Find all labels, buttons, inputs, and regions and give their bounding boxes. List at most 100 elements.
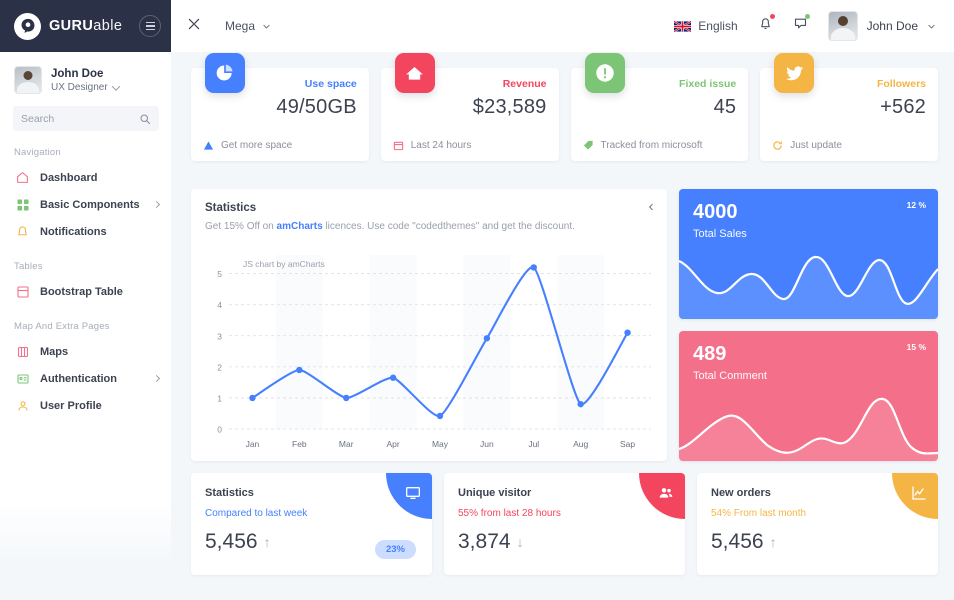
stat-card-revenue[interactable]: Revenue $23,589 Last 24 hours xyxy=(380,53,559,161)
mini-card-total-sales[interactable]: 12 % 4000 Total Sales xyxy=(679,189,938,319)
sidebar-item-bootstrap-table[interactable]: Bootstrap Table xyxy=(0,278,171,305)
profile-role-label: UX Designer xyxy=(51,82,108,94)
sidebar-profile[interactable]: John Doe UX Designer xyxy=(0,52,171,104)
bottom-card-value: 5,456 xyxy=(711,530,764,553)
topbar-right: English John Doe xyxy=(674,11,936,41)
refresh-icon xyxy=(773,141,783,150)
dashboard-app: GURUable John Doe UX Designer Search Nav… xyxy=(0,0,954,600)
sidebar-item-basic-components[interactable]: Basic Components xyxy=(0,191,171,218)
sidebar-fade xyxy=(0,504,171,600)
panel-title: Statistics xyxy=(205,202,257,214)
svg-text:Jan: Jan xyxy=(246,439,260,449)
comment-sparkline xyxy=(679,397,938,461)
sidebar: GURUable John Doe UX Designer Search Nav… xyxy=(0,0,171,600)
svg-text:Sap: Sap xyxy=(620,439,635,449)
search-icon[interactable] xyxy=(139,112,151,130)
svg-text:3: 3 xyxy=(217,331,222,341)
svg-text:4: 4 xyxy=(217,300,222,310)
mini-card-total-comment[interactable]: 15 % 489 Total Comment xyxy=(679,331,938,461)
mega-label: Mega xyxy=(225,19,256,33)
user-menu[interactable]: John Doe xyxy=(827,11,936,41)
profile-role: UX Designer xyxy=(51,82,120,94)
sidebar-item-dashboard[interactable]: Dashboard xyxy=(0,164,171,191)
bottom-card-title: Unique visitor xyxy=(458,487,532,499)
chevron-right-icon[interactable] xyxy=(152,200,161,209)
pie-chart-icon xyxy=(205,53,245,93)
hamburger-icon[interactable] xyxy=(139,15,161,37)
line-chart[interactable]: 0 1 2 3 4 5 Jan Feb Mar Apr May Jun Jul Aug Sap JS char… xyxy=(199,247,659,455)
bell-icon xyxy=(16,225,29,238)
content: Use space 49/50GB Get more space Revenue xyxy=(171,52,954,600)
sidebar-item-label: Notifications xyxy=(40,225,107,238)
notification-bell-button[interactable] xyxy=(758,14,775,36)
bottom-card-statistics[interactable]: Statistics Compared to last week 5,456 ↑… xyxy=(191,473,432,575)
middle-row: Statistics Get 15% Off on amCharts licen… xyxy=(191,189,938,461)
mini-card-percent: 12 % xyxy=(906,200,926,210)
stat-card-fixed-issue[interactable]: Fixed issue 45 Tracked from microsoft xyxy=(570,53,749,161)
brand-title: GURUable xyxy=(49,18,122,34)
bottom-card-unique-visitor[interactable]: Unique visitor 55% from last 28 hours 3,… xyxy=(444,473,685,575)
table-icon xyxy=(16,285,29,298)
stat-value: +562 xyxy=(880,95,926,118)
bottom-card-subtitle: 54% From last month xyxy=(711,508,807,519)
user-icon xyxy=(16,399,29,412)
chevron-down-icon xyxy=(928,24,935,29)
stat-card-use-space[interactable]: Use space 49/50GB Get more space xyxy=(191,53,369,161)
panel-collapse-button[interactable] xyxy=(647,202,655,215)
id-card-icon xyxy=(16,372,29,385)
mini-card-label: Total Comment xyxy=(693,370,767,382)
avatar xyxy=(827,11,858,41)
nav-section-label: Navigation xyxy=(14,147,61,158)
stat-foot-label: Get more space xyxy=(221,140,293,151)
bottom-card-new-orders[interactable]: New orders 54% From last month 5,456 ↑ xyxy=(697,473,938,575)
mini-card-value: 489 xyxy=(693,343,727,365)
sidebar-search xyxy=(0,104,171,131)
sidebar-item-notifications[interactable]: Notifications xyxy=(0,218,171,245)
mini-card-column: 12 % 4000 Total Sales 15 % 489 Total Com… xyxy=(679,189,938,461)
message-dot xyxy=(804,14,810,19)
notification-dot xyxy=(769,14,775,19)
warning-triangle-icon xyxy=(203,141,214,150)
chevron-right-icon[interactable] xyxy=(152,374,161,383)
search-box[interactable] xyxy=(13,106,159,131)
mini-card-percent: 15 % xyxy=(906,342,926,352)
subtitle-before: Get 15% Off on xyxy=(205,221,277,232)
search-input[interactable] xyxy=(21,112,151,125)
stat-footer: Last 24 hours xyxy=(393,140,471,151)
bottom-row: Statistics Compared to last week 5,456 ↑… xyxy=(191,473,938,575)
messages-button[interactable] xyxy=(793,14,810,36)
language-selector[interactable]: English xyxy=(674,19,738,33)
panel-subtitle: Get 15% Off on amCharts licences. Use co… xyxy=(205,221,653,232)
sidebar-item-maps[interactable]: Maps xyxy=(0,338,171,365)
brand-bold: GURU xyxy=(49,18,94,34)
bottom-card-title: New orders xyxy=(711,487,771,499)
bottom-card-value-row: 3,874 ↓ xyxy=(458,530,671,554)
svg-text:Mar: Mar xyxy=(339,439,354,449)
mini-card-label: Total Sales xyxy=(693,228,747,240)
mega-menu[interactable]: Mega xyxy=(225,19,271,33)
logo-icon xyxy=(14,12,41,40)
exclamation-icon xyxy=(584,53,625,93)
nav-section-label: Tables xyxy=(14,261,43,272)
chevron-down-icon xyxy=(263,24,270,29)
bottom-card-value: 5,456 xyxy=(205,530,258,553)
stat-card-followers[interactable]: Followers +562 Just update xyxy=(760,53,938,161)
svg-text:Aug: Aug xyxy=(573,439,588,449)
tag-icon xyxy=(583,140,593,150)
topbar-left: Mega xyxy=(187,17,271,36)
chevron-down-icon[interactable] xyxy=(111,82,120,91)
sidebar-item-label: Dashboard xyxy=(40,171,98,184)
arrow-up-icon: ↑ xyxy=(263,534,271,550)
sidebar-item-authentication[interactable]: Authentication xyxy=(0,365,171,392)
sidebar-item-user-profile[interactable]: User Profile xyxy=(0,392,171,419)
amcharts-link[interactable]: amCharts xyxy=(277,221,323,232)
stat-value: $23,589 xyxy=(472,95,547,118)
brand-header: GURUable xyxy=(0,0,171,52)
chevron-left-icon xyxy=(648,203,653,211)
calendar-icon xyxy=(393,141,403,151)
arrow-up-icon: ↑ xyxy=(769,534,777,550)
avatar xyxy=(14,66,42,94)
expand-arrows-icon[interactable] xyxy=(187,17,201,36)
chart-canvas: 0 1 2 3 4 5 Jan Feb Mar Apr May Jun Jul Aug Sap JS char… xyxy=(217,255,651,449)
twitter-icon xyxy=(774,53,815,93)
